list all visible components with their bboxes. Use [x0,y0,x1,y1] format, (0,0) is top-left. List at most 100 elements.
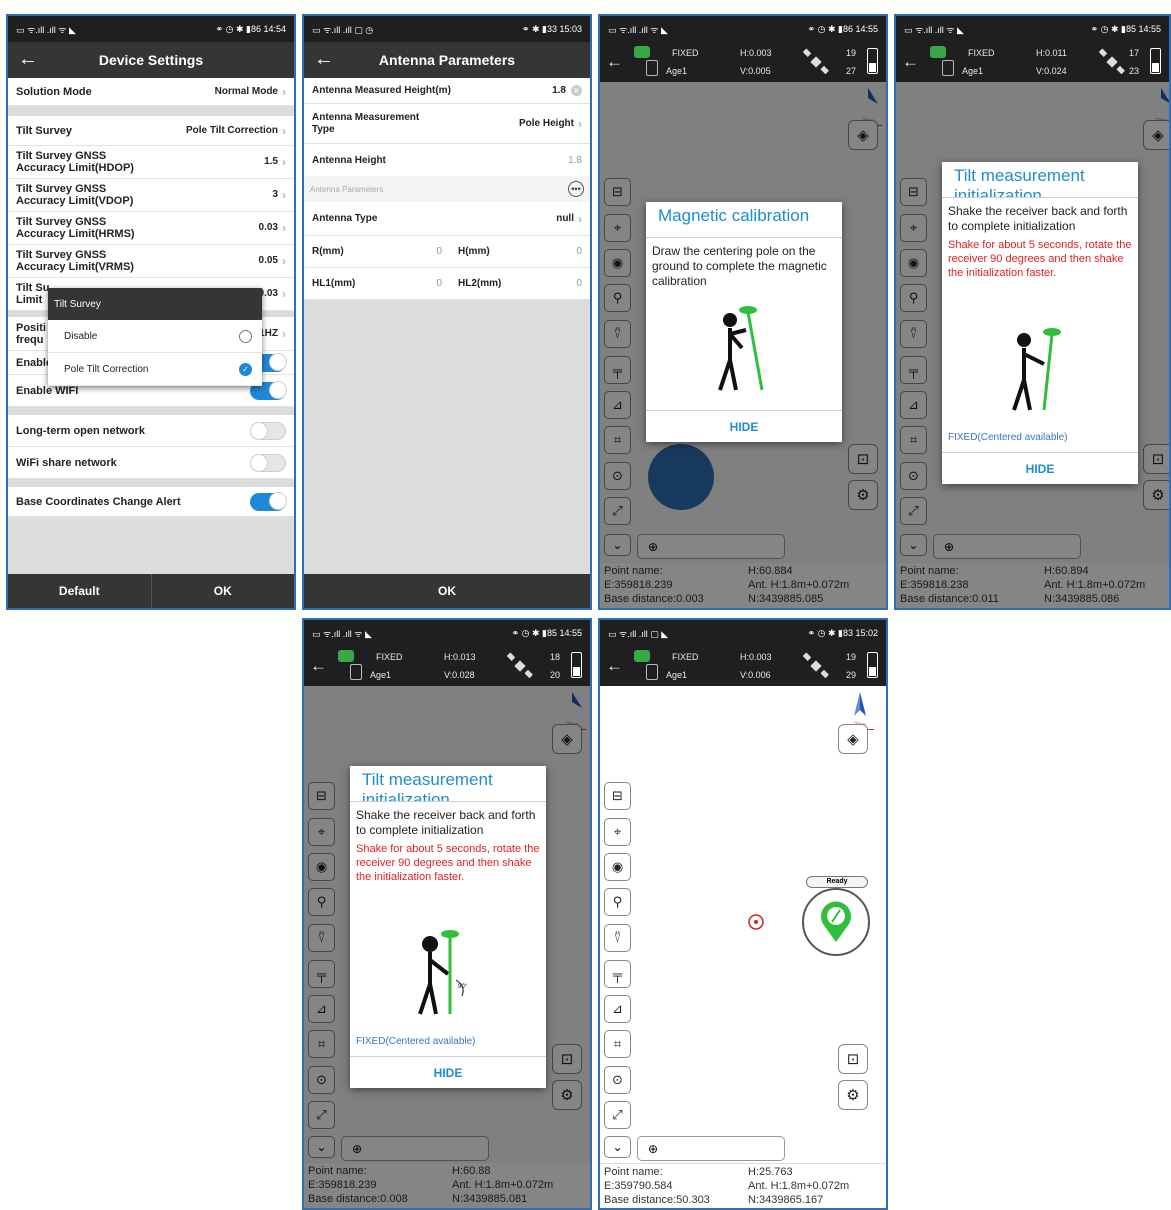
hide-button[interactable]: HIDE [942,452,1138,484]
setting-label: WiFi share network [16,456,117,469]
h-input[interactable]: 0 [576,246,582,257]
setting-value: Pole Tilt Correction [185,125,278,136]
tool-survey-point[interactable]: ⊟ [604,782,631,810]
tool-tilt-survey[interactable]: ⤢ [604,1101,631,1129]
age-value: Age1 [666,66,688,76]
v-precision: V:0.006 [740,670,771,680]
antenna-parameters-screen: ▭ ᯤ.ıll .ıll ▢ ◷ ⚭ ✱ ▮33 15:03 ← Antenna… [302,14,592,610]
default-button[interactable]: Default [8,574,151,608]
fix-status: FIXED [968,48,995,58]
tool-location[interactable]: ⍢ [604,924,631,952]
select-button[interactable]: ⊡ [838,1044,868,1074]
tool-map-mark[interactable]: ⊿ [604,995,631,1023]
setting-tilt-survey[interactable]: Tilt Survey Pole Tilt Correction › [8,116,294,146]
measured-height-input[interactable]: 1.8 [552,85,566,96]
dialog-body: Shake the receiver back and forth to com… [948,204,1128,233]
setting-hrms-limit[interactable]: Tilt Survey GNSS Accuracy Limit(HRMS) 0.… [8,212,294,245]
hl-row: HL1(mm) 0 HL2(mm) 0 [304,268,590,300]
rotate-angle-label: 90° [458,984,468,990]
tool-point-lib[interactable]: ⚲ [604,888,631,916]
field-value: Pole Height [518,117,574,129]
back-arrow-icon[interactable]: ← [606,52,623,72]
settings-gear-button[interactable]: ⚙ [838,1080,868,1110]
tool-pole[interactable]: ╤ [604,960,631,988]
back-arrow-icon[interactable]: ← [18,48,38,71]
tool-stakeout[interactable]: ⌖ [604,818,631,846]
back-arrow-icon[interactable]: ← [902,52,919,72]
antenna-type-row[interactable]: Antenna Type null › [304,202,590,236]
back-arrow-icon[interactable]: ← [606,656,623,676]
gnss-antenna-icon [930,46,946,58]
setting-label: Tilt Survey GNSS Accuracy Limit(HDOP) [16,150,134,174]
satellites-tracked: 29 [845,670,856,680]
tilt-survey-ready-button[interactable] [802,888,870,956]
back-arrow-icon[interactable]: ← [314,48,334,71]
status-right: ⚭ ◷ ✱ ▮85 14:55 [1090,23,1161,34]
age-value: Age1 [666,670,688,680]
layer-view-button[interactable]: ◈ [838,724,868,754]
popup-option-pole-tilt[interactable]: Pole Tilt Correction ✓ [48,353,262,386]
setting-label: Tilt Survey GNSS Accuracy Limit(VDOP) [16,183,134,207]
base-alert-toggle[interactable] [250,491,287,511]
setting-value: Normal Mode [214,86,278,97]
popup-option-disable[interactable]: Disable [48,320,262,353]
ok-button[interactable]: OK [304,574,590,608]
status-left: ▭ ᯤ.ıll .ıll ᯤ ◣ [312,628,372,639]
r-input[interactable]: 0 [436,246,442,257]
setting-label: Positi frequ [16,321,46,346]
setting-value: 0.03 [258,222,278,233]
measurement-type-row[interactable]: Antenna Measurement Type Pole Height › [304,104,590,144]
antenna-list: Antenna Measured Height(m) 1.8 × Antenna … [304,78,590,574]
chevron-right-icon: › [282,287,286,301]
field-value: 1.8 [568,154,582,166]
hide-button[interactable]: HIDE [646,410,842,442]
dialog-title: Magnetic calibration [646,202,842,238]
point-name-label: Point name: [604,1166,663,1178]
chevron-right-icon: › [578,116,582,131]
chevron-right-icon: › [282,254,286,268]
hide-button[interactable]: HIDE [350,1056,546,1088]
height-value: H:25.763 [748,1166,793,1178]
chevron-right-icon: › [282,188,286,202]
long-term-network-toggle[interactable] [250,421,286,440]
wifi-share-toggle[interactable] [250,453,286,472]
page-title: Antenna Parameters [378,52,516,68]
chevron-right-icon: › [282,155,286,169]
tool-fullscreen[interactable]: ⌗ [604,1030,631,1058]
more-options-icon[interactable]: ••• [568,181,584,197]
radio-unchecked-icon[interactable] [239,329,252,343]
receiver-icon [646,60,658,76]
setting-solution-mode[interactable]: Solution Mode Normal Mode › [8,78,294,106]
setting-label: Tilt Survey [16,124,73,137]
hl1-input[interactable]: 0 [436,278,442,289]
layer-bar[interactable]: ⊕ [637,1136,785,1161]
dialog-warning: Shake for about 5 seconds, rotate the re… [356,843,540,883]
receiver-icon [350,664,362,680]
status-right: ⚭ ✱ ▮33 15:03 [521,23,582,34]
modal-overlay-bottom [600,563,886,608]
setting-vrms-limit[interactable]: Tilt Survey GNSS Accuracy Limit(VRMS) 0.… [8,245,294,278]
dialog-warning: Shake for about 5 seconds, rotate the re… [948,239,1132,279]
device-settings-screen: ▭ ᯤ.ıll .ıll ᯤ ◣ ⚭ ◷ ✱ ▮86 14:54 ← Devic… [6,14,296,610]
magnetic-calibration-screen: ▭ ᯤ.ıll .ıll ᯤ ◣ ⚭ ◷ ✱ ▮86 14:55 ← FIXED… [598,14,888,610]
clear-icon[interactable]: × [571,85,582,96]
expand-chevron-button[interactable]: ⌄ [604,1136,631,1158]
radio-checked-icon[interactable]: ✓ [239,362,252,376]
tool-center-gps[interactable]: ⊙ [604,1066,631,1094]
measured-height-row[interactable]: Antenna Measured Height(m) 1.8 × [304,78,590,104]
field-label: Antenna Height [312,154,386,166]
satellites-used: 17 [1128,48,1139,58]
setting-hdop-limit[interactable]: Tilt Survey GNSS Accuracy Limit(HDOP) 1.… [8,146,294,179]
dialog-body: Shake the receiver back and forth to com… [356,808,536,837]
hl1-label: HL1(mm) [312,278,356,289]
bottom-bar: Default OK [8,574,294,608]
status-bar: ▭ ᯤ.ıll .ıll ᯤ ◣ ⚭ ◷ ✱ ▮85 14:55 [896,16,1169,42]
northing-value: N:3439865.167 [748,1194,824,1206]
setting-vdop-limit[interactable]: Tilt Survey GNSS Accuracy Limit(VDOP) 3 › [8,179,294,212]
tool-navigate[interactable]: ◉ [604,853,631,881]
dialog-title: Tilt measurement initialization [942,162,1138,198]
back-arrow-icon[interactable]: ← [310,656,327,676]
ok-button[interactable]: OK [150,574,295,608]
satellites-used: 19 [845,652,856,662]
hl2-input[interactable]: 0 [576,278,582,289]
